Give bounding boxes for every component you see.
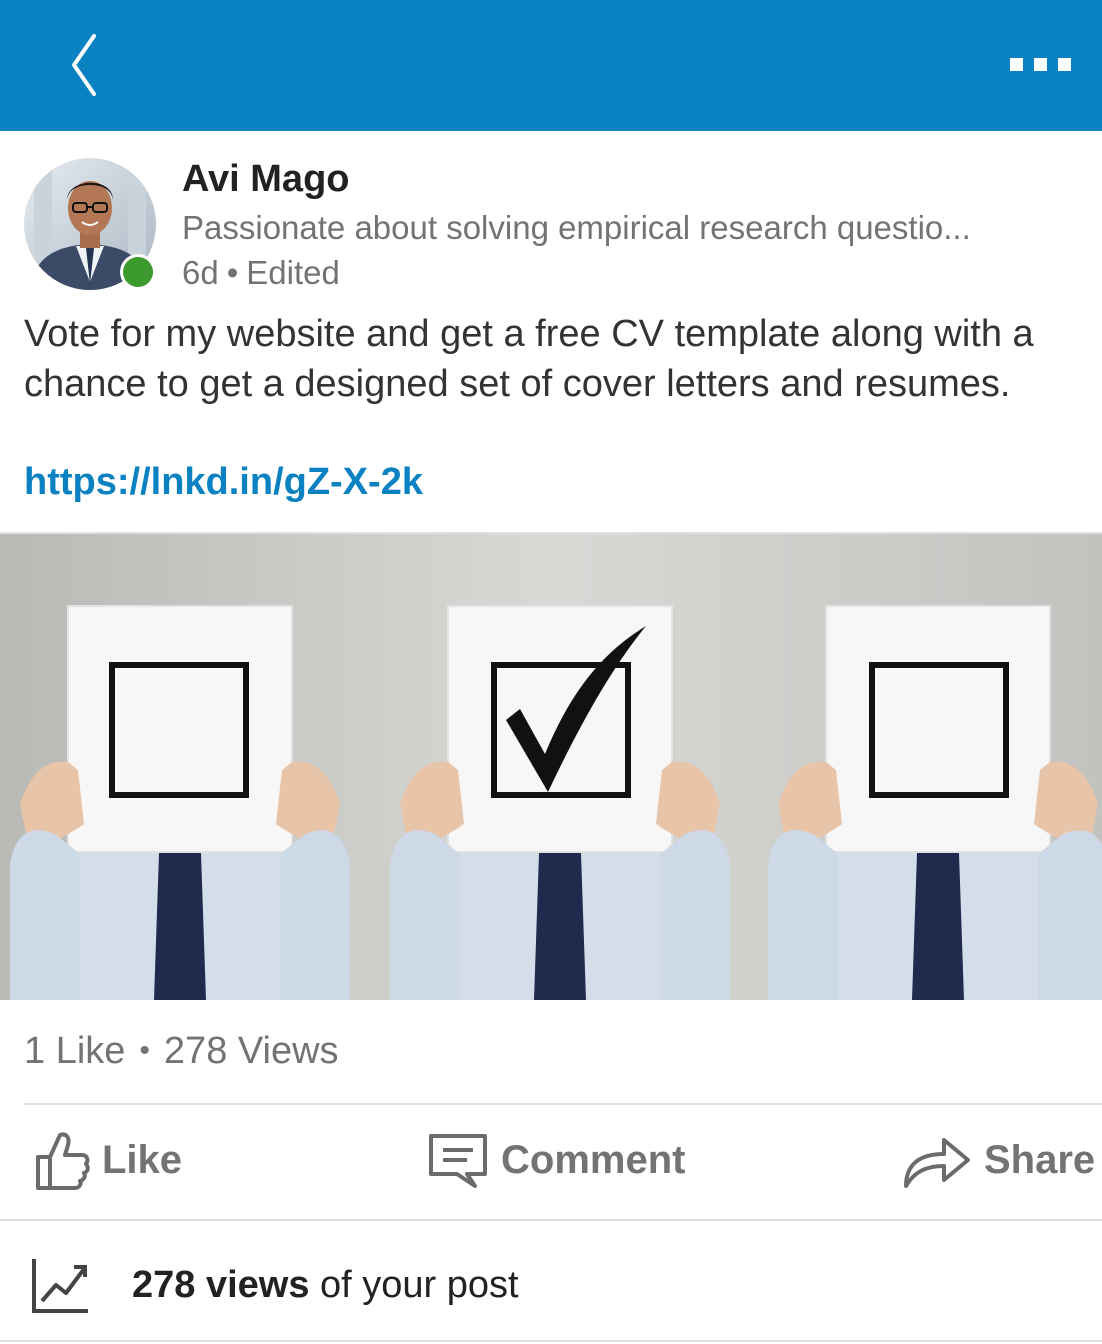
post-image[interactable] [0, 534, 1102, 1001]
post-body-text: Vote for my website and get a free CV te… [24, 313, 1034, 405]
share-arrow-icon [904, 1138, 970, 1188]
post-analytics[interactable]: 278 views of your post [30, 1250, 519, 1320]
comment-button[interactable]: Comment [427, 1120, 685, 1200]
online-status-indicator [123, 257, 153, 287]
analytics-suffix: of your post [309, 1263, 519, 1306]
like-label: Like [102, 1137, 183, 1182]
likes-count[interactable]: 1 Like [24, 1030, 125, 1072]
post-time: 6d [182, 254, 219, 291]
stats-separator: • [139, 1034, 150, 1067]
trend-chart-icon [32, 1259, 88, 1313]
edited-label: Edited [246, 254, 340, 291]
analytics-views: 278 views [132, 1263, 310, 1306]
meta-separator: • [226, 254, 239, 291]
more-options-button[interactable] [1000, 50, 1080, 80]
more-horizontal-icon [1010, 58, 1071, 71]
author-name[interactable]: Avi Mago [182, 158, 350, 201]
comment-label: Comment [501, 1137, 686, 1182]
divider [24, 1103, 1102, 1105]
divider [0, 1219, 1102, 1221]
analytics-text: 278 views of your post [132, 1264, 519, 1307]
like-button[interactable]: Like [28, 1120, 182, 1200]
author-headline: Passionate about solving empirical resea… [182, 209, 971, 246]
top-navigation-bar [0, 0, 1102, 131]
post-meta: 6d • Edited [182, 254, 340, 292]
post-link[interactable]: https://lnkd.in/gZ-X-2k [24, 461, 423, 504]
share-button[interactable]: Share [900, 1120, 1095, 1200]
thumbs-up-icon [36, 1132, 90, 1190]
back-button[interactable] [60, 30, 110, 100]
author-avatar[interactable] [24, 158, 156, 290]
comment-icon [429, 1134, 487, 1188]
chevron-left-icon [72, 34, 96, 96]
share-label: Share [984, 1137, 1096, 1182]
divider [0, 1340, 1102, 1342]
social-counts[interactable]: 1 Like • 278 Views [24, 1030, 339, 1073]
views-count[interactable]: 278 Views [164, 1030, 339, 1072]
